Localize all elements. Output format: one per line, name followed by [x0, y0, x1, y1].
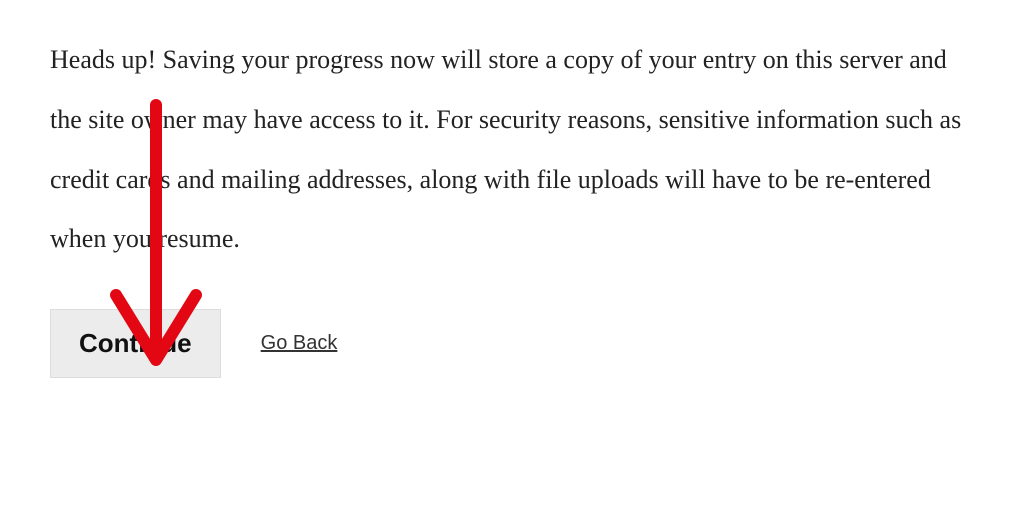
go-back-link[interactable]: Go Back [261, 332, 338, 355]
continue-button[interactable]: Continue [50, 309, 221, 378]
save-progress-warning: Heads up! Saving your progress now will … [50, 30, 974, 269]
action-row: Continue Go Back [50, 309, 974, 378]
